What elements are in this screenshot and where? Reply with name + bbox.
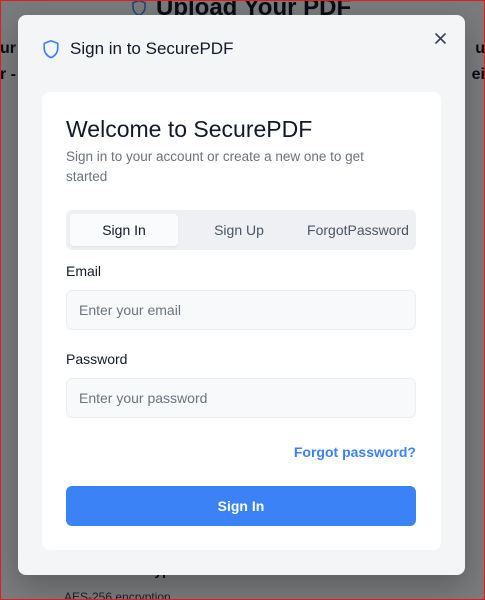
- window-frame: [0, 0, 485, 600]
